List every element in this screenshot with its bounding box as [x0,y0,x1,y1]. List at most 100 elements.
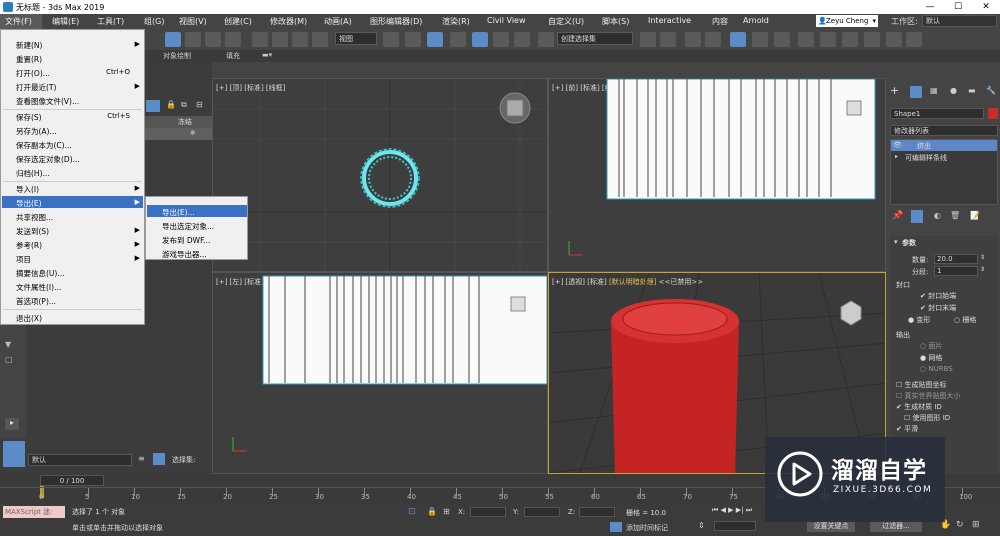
list-item[interactable]: ▸ 可编辑样条线 [891,152,997,163]
hierarchy-tab-icon[interactable]: ▦ [930,86,938,95]
reference-coordinate-dropdown[interactable]: 视图 [335,32,377,45]
segments-field[interactable]: 1 [934,266,978,276]
filter-icon[interactable]: ▼ [5,340,19,350]
menu-file[interactable]: 文件(F) [5,16,32,27]
menu-share-view[interactable]: 共享视图... [16,212,53,223]
menu-save-copy-as[interactable]: 保存副本为(C)... [16,140,72,151]
maximize-button[interactable]: ☐ [948,1,968,13]
minimize-button[interactable]: — [920,1,940,13]
material-editor-icon[interactable] [798,32,814,47]
menu-import[interactable]: 导入(I) [16,184,39,195]
rendered-frame-icon[interactable] [842,32,858,47]
rectangular-selection-icon[interactable] [205,32,221,47]
menu-scripting[interactable]: 脚本(S) [602,16,629,27]
viewport-layout-icon[interactable] [3,441,25,467]
time-slider[interactable]: 0 / 100 [40,475,104,486]
menu-exit[interactable]: 退出(X) [16,313,42,324]
keyboard-shortcut-icon[interactable] [427,32,443,47]
viewport-left[interactable]: [+] [左] [标准] [线框] [212,272,548,474]
menu-export[interactable]: 导出(E) [16,198,42,209]
submenu-export-selected[interactable]: 导出选定对象... [162,221,214,232]
menu-rendering[interactable]: 渲染(R) [442,16,470,27]
window-crossing-icon[interactable] [225,32,241,47]
patch-radio[interactable]: ○ 面片 [920,341,942,351]
smooth-checkbox[interactable]: ✔ 平滑 [896,424,918,434]
menu-interactive[interactable]: Interactive [648,16,691,25]
nurbs-radio[interactable]: ○ NURBS [920,365,953,373]
percent-snap-icon[interactable] [493,32,509,47]
snap-toggle-icon[interactable] [450,32,466,47]
layer-icon[interactable]: ⧉ [181,100,187,110]
menu-customize[interactable]: 自定义(U) [548,16,584,27]
mesh-radio[interactable]: ● 网格 [920,353,942,363]
object-color-swatch[interactable] [988,108,998,119]
modifier-list-dropdown[interactable]: 修改器列表 [890,125,998,136]
amount-spinner-icon[interactable]: ⇕ [980,254,985,261]
menu-tools[interactable]: 工具(T) [97,16,124,27]
motion-tab-icon[interactable]: ● [950,86,957,95]
lock-icon[interactable]: 🔒 [166,100,176,109]
morph-radio[interactable]: ● 变形 [908,315,930,325]
menu-modifiers[interactable]: 修改器(M) [270,16,307,27]
layer-explorer-icon[interactable] [705,32,721,47]
angle-snap-icon[interactable] [472,32,488,47]
pivot-center-icon[interactable] [383,32,399,47]
menu-archive[interactable]: 归档(H)... [16,168,50,179]
isolate-icon[interactable]: ⊡ [408,507,416,517]
close-button[interactable]: ✕ [976,1,996,13]
select-manipulate-icon[interactable] [405,32,421,47]
maximize-viewport-icon[interactable]: ⊞ [972,520,980,530]
gen-matid-checkbox[interactable]: ✔ 生成材质 ID [896,402,942,412]
amount-field[interactable]: 20.0 [934,254,978,264]
time-tag-icon[interactable] [610,522,622,532]
spinner-snap-icon[interactable] [514,32,530,47]
workspace-dropdown[interactable]: 默认 [922,15,997,27]
hierarchy-icon[interactable]: ⊟ [196,100,203,109]
move-icon[interactable] [252,32,268,47]
segments-spinner-icon[interactable]: ⇕ [980,266,985,273]
display-filter-icon[interactable] [146,100,160,112]
expand-icon[interactable]: ▸ [895,153,898,160]
menu-group[interactable]: 组(G) [144,16,164,27]
absolute-mode-icon[interactable]: ⊞ [443,507,450,516]
remove-modifier-icon[interactable]: 🗑 [950,211,960,220]
menu-save[interactable]: 保存(S) [16,112,42,123]
curve-editor-icon[interactable] [752,32,768,47]
display-tab-icon[interactable]: ▬ [968,86,976,95]
named-selection-dropdown[interactable]: 创建选择集 [557,32,633,45]
gen-mapping-checkbox[interactable]: ☐ 生成贴图坐标 [896,380,947,390]
menu-file-properties[interactable]: 文件属性(I)... [16,282,61,293]
render-production-icon[interactable] [864,32,880,47]
menu-animation[interactable]: 动画(A) [324,16,352,27]
menu-graph-editors[interactable]: 图形编辑器(D) [370,16,422,27]
schematic-view-icon[interactable] [774,32,790,47]
show-end-result-icon[interactable] [911,210,923,223]
real-world-checkbox[interactable]: ☐ 真实世界贴图大小 [896,391,961,401]
use-shape-ids-checkbox[interactable]: ☐ 使用图形 ID [904,413,950,423]
menu-edit[interactable]: 编辑(E) [52,16,79,27]
edit-named-selection-icon[interactable] [538,32,554,47]
ribbon-populate-tab[interactable]: 填充 [226,51,240,61]
menu-save-as[interactable]: 另存为(A)... [16,126,57,137]
playback-controls[interactable]: ⏮ ◀ ▶ ▶| ⏭ [712,506,752,515]
ribbon-object-paint-tab[interactable]: 对象绘制 [163,51,191,61]
menu-views[interactable]: 视图(V) [179,16,207,27]
create-tab-icon[interactable]: + [890,84,899,97]
menu-send-to[interactable]: 发送到(S) [16,226,49,237]
configure-modifier-sets-icon[interactable]: 📝 [970,211,980,220]
current-frame-field[interactable] [714,521,756,531]
render-setup-icon[interactable] [820,32,836,47]
rotate-icon[interactable] [272,32,288,47]
frame-spinner-icon[interactable]: ⇕ [698,521,705,530]
viewport-top[interactable]: [+] [顶] [标准] [线框] [212,78,548,272]
play-collapse-icon[interactable]: ▸ [5,418,19,430]
submenu-publish-dwf[interactable]: 发布到 DWF... [162,235,210,246]
freeze-column-header[interactable]: 冻结 [178,117,192,127]
cap-end-checkbox[interactable]: ✔ 封口末端 [920,303,956,313]
select-by-name-icon[interactable] [185,32,201,47]
menu-arnold[interactable]: Arnold [743,16,769,25]
eye-icon[interactable]: 👁 [893,141,902,149]
menu-create[interactable]: 创建(C) [224,16,252,27]
place-icon[interactable] [312,32,328,47]
collapse-icon[interactable]: ▾ [894,238,898,246]
